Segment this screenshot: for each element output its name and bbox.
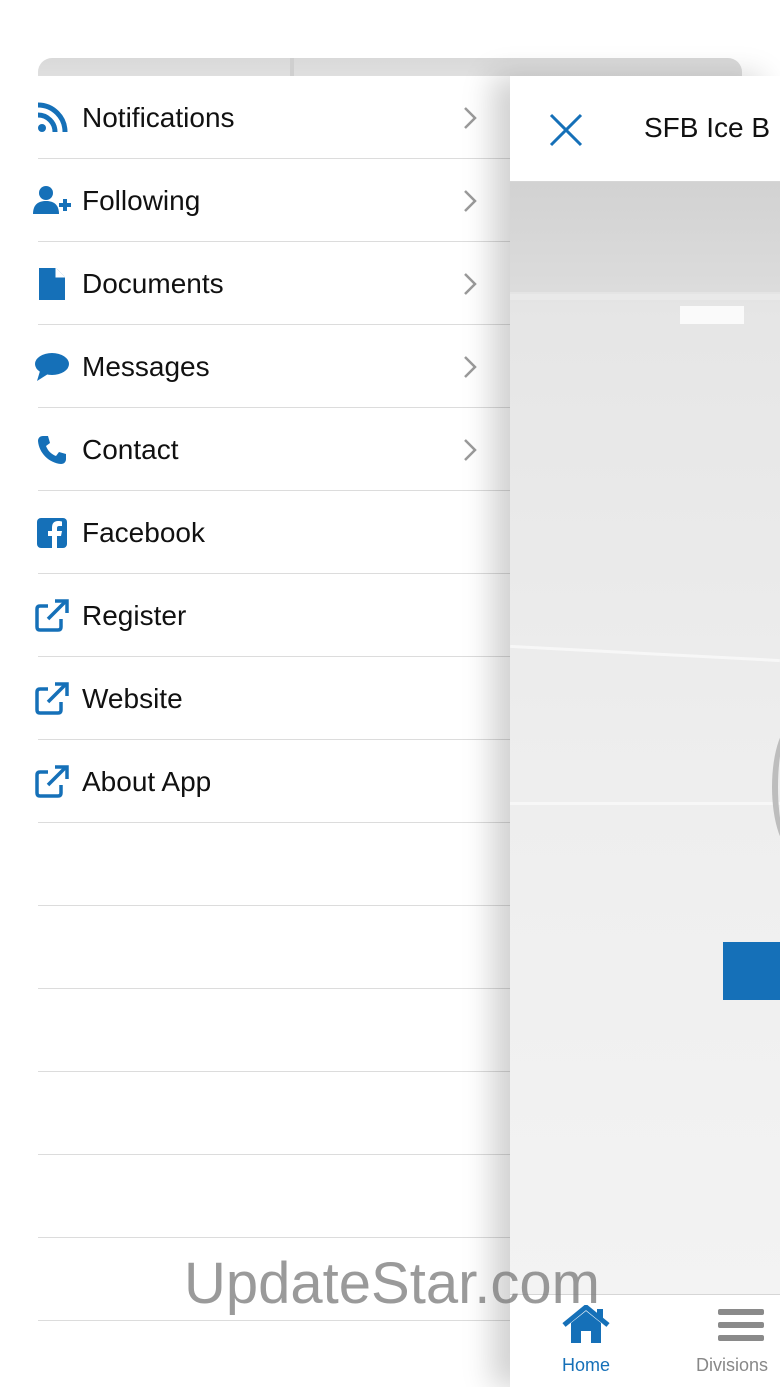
menu-item-label: About App bbox=[82, 766, 212, 797]
empty-menu-row bbox=[0, 989, 510, 1072]
separator bbox=[38, 1320, 510, 1321]
chevron-right-icon bbox=[464, 356, 477, 378]
menu-item-label: Messages bbox=[82, 351, 210, 382]
field-line bbox=[510, 644, 780, 663]
top-navigation-bar: SFB Ice B bbox=[510, 76, 780, 182]
side-menu-drawer: Notifications Following Documents Messag… bbox=[0, 76, 510, 1387]
menu-item-messages[interactable]: Messages bbox=[0, 325, 510, 408]
field-line bbox=[510, 802, 780, 805]
phone-icon bbox=[32, 430, 72, 470]
menu-item-following[interactable]: Following bbox=[0, 159, 510, 242]
menu-item-register[interactable]: Register bbox=[0, 574, 510, 657]
page-title: SFB Ice B bbox=[644, 112, 771, 143]
action-button[interactable] bbox=[723, 942, 780, 1000]
document-icon bbox=[32, 264, 72, 304]
logo-edge bbox=[772, 722, 780, 852]
menu-lines-icon bbox=[718, 1309, 764, 1341]
chevron-right-icon bbox=[464, 273, 477, 295]
empty-menu-row bbox=[0, 823, 510, 906]
tab-divisions[interactable]: Divisions bbox=[696, 1305, 780, 1385]
menu-item-contact[interactable]: Contact bbox=[0, 408, 510, 491]
hero-wall bbox=[510, 294, 780, 300]
menu-item-label: Register bbox=[82, 600, 187, 631]
chevron-right-icon bbox=[464, 439, 477, 461]
chevron-right-icon bbox=[464, 190, 477, 212]
chat-bubble-icon bbox=[32, 347, 72, 387]
hero-trees bbox=[510, 182, 780, 292]
menu-item-label: Following bbox=[82, 185, 201, 216]
chevron-right-icon bbox=[464, 107, 477, 129]
menu-item-label: Notifications bbox=[82, 102, 235, 133]
menu-item-documents[interactable]: Documents bbox=[0, 242, 510, 325]
external-link-icon bbox=[32, 762, 72, 802]
menu-item-label: Documents bbox=[82, 268, 224, 299]
close-icon[interactable] bbox=[546, 110, 586, 150]
empty-menu-row bbox=[0, 1072, 510, 1155]
external-link-icon bbox=[32, 679, 72, 719]
user-plus-icon bbox=[32, 181, 72, 221]
menu-item-facebook[interactable]: Facebook bbox=[0, 491, 510, 574]
empty-menu-row bbox=[0, 906, 510, 989]
menu-item-label: Website bbox=[82, 683, 183, 714]
rss-icon bbox=[32, 98, 72, 138]
menu-item-about-app[interactable]: About App bbox=[0, 740, 510, 823]
tab-home[interactable]: Home bbox=[550, 1305, 622, 1385]
watermark: UpdateStar.com bbox=[184, 1251, 600, 1316]
menu-item-website[interactable]: Website bbox=[0, 657, 510, 740]
tab-label: Home bbox=[561, 1355, 610, 1375]
menu-item-label: Contact bbox=[82, 434, 179, 465]
tab-label: Divisions bbox=[696, 1355, 769, 1375]
hero-sign bbox=[680, 306, 744, 324]
main-content-panel: SFB Ice B Home Divisions bbox=[510, 76, 780, 1387]
empty-menu-row bbox=[0, 1155, 510, 1238]
facebook-icon bbox=[32, 513, 72, 553]
menu-item-label: Facebook bbox=[82, 517, 205, 548]
external-link-icon bbox=[32, 596, 72, 636]
hero-image bbox=[510, 182, 780, 1294]
menu-item-notifications[interactable]: Notifications bbox=[0, 76, 510, 159]
